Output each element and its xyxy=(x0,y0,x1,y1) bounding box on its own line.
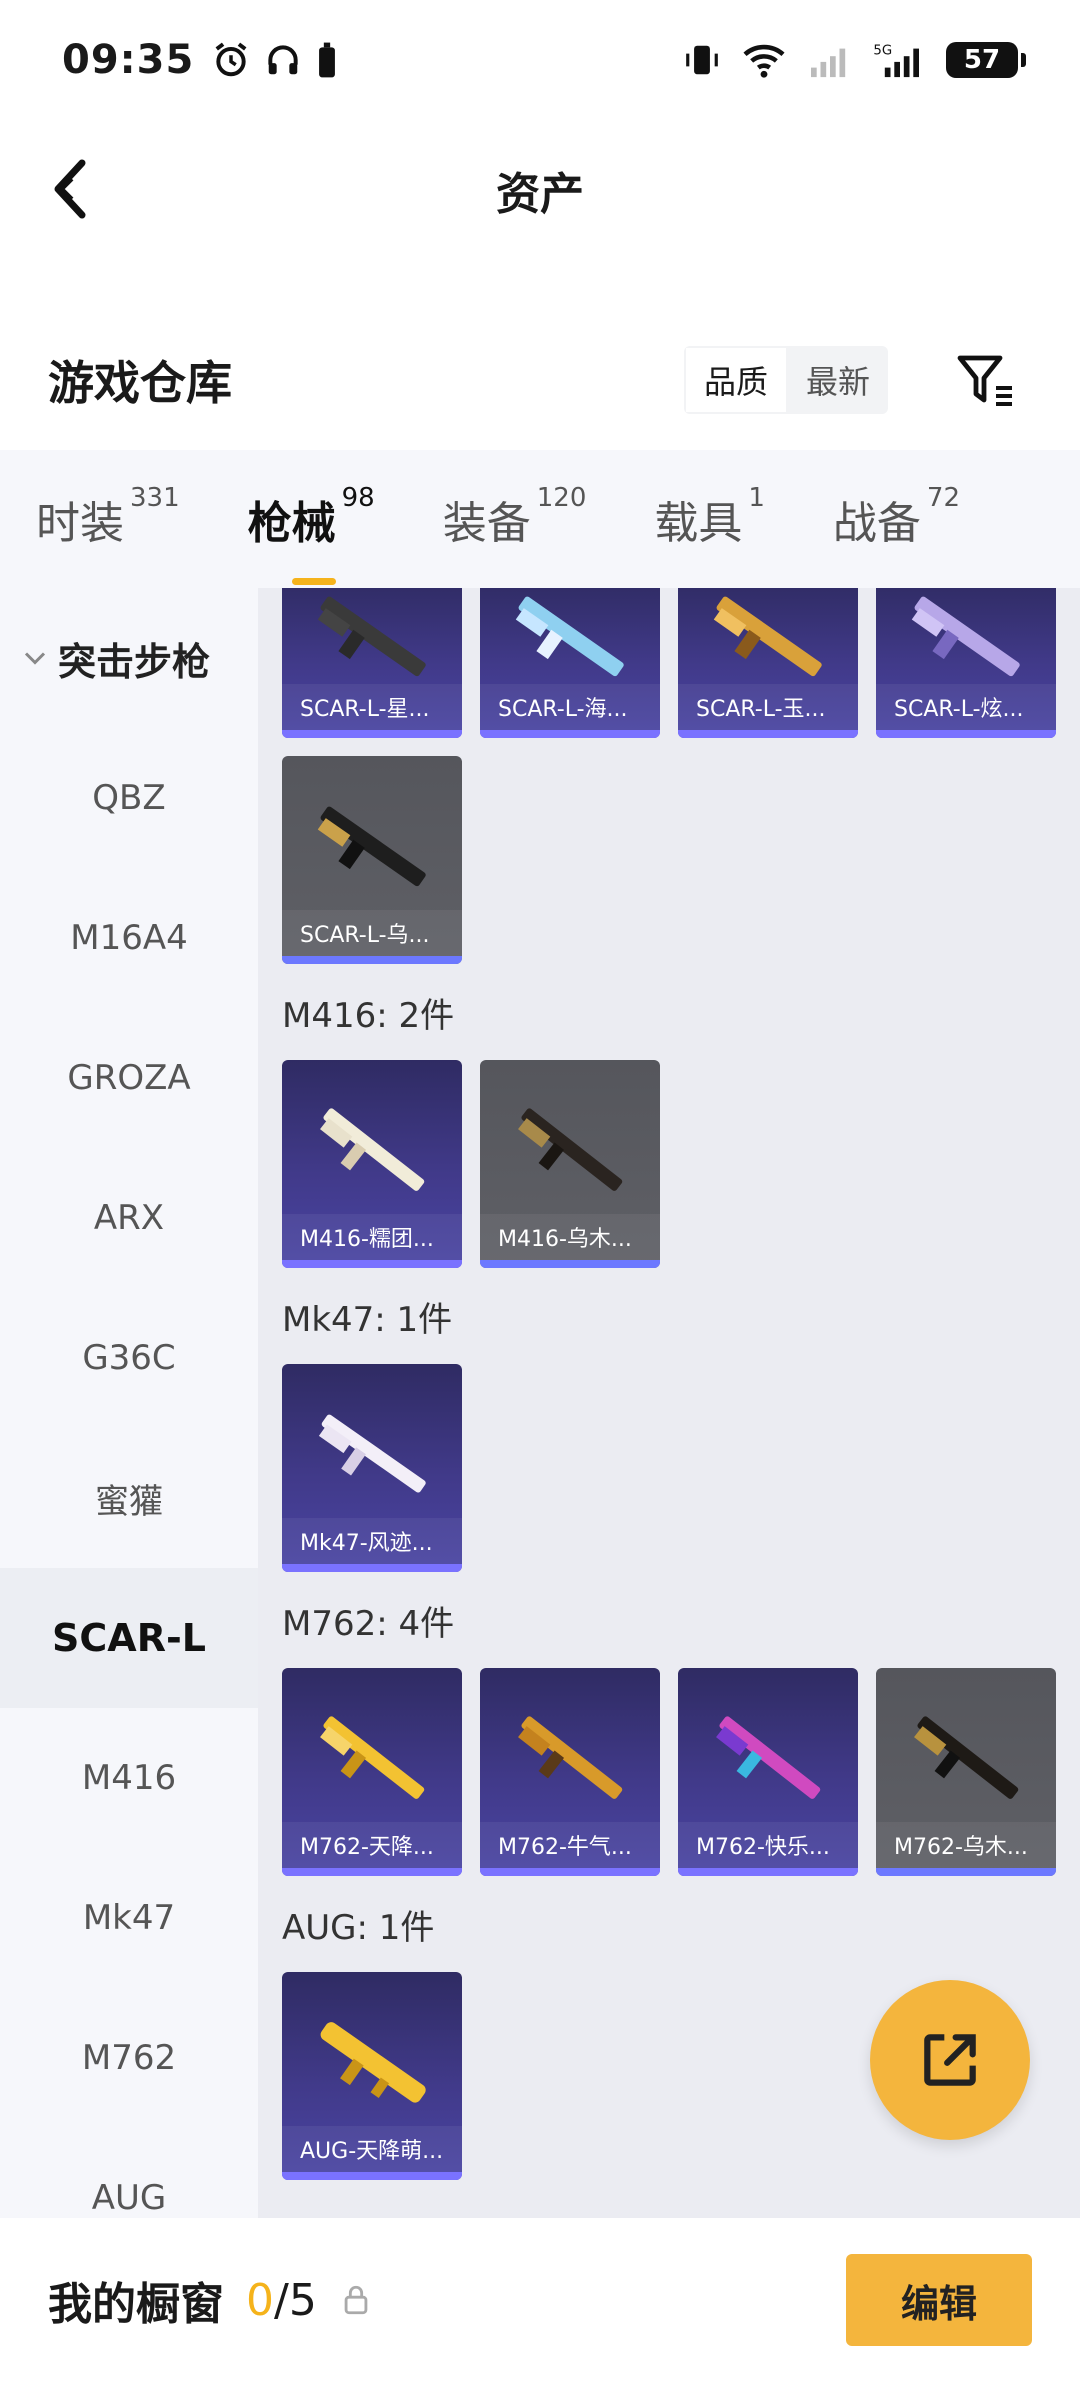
group-label-m762: M762: 4件 xyxy=(282,1603,455,1644)
sort-quality-button[interactable]: 品质 xyxy=(683,346,788,414)
share-button[interactable] xyxy=(870,1980,1030,2140)
share-icon xyxy=(924,2034,976,2086)
sidebar-item-groza[interactable]: GROZA xyxy=(0,1008,258,1148)
sidebar-item-scar-l[interactable]: SCAR-L xyxy=(0,1568,258,1708)
alarm-icon xyxy=(215,42,247,77)
section-title: 游戏仓库 xyxy=(48,356,232,410)
tab-vehicles[interactable]: 载具 1 xyxy=(654,483,765,551)
showcase-count: 0/5 xyxy=(246,2274,317,2326)
weapon-card[interactable]: M416-乌木... xyxy=(480,1060,660,1268)
sidebar-category[interactable]: 突击步枪 xyxy=(0,588,258,728)
tab-firearms[interactable]: 枪械 98 xyxy=(248,483,375,585)
signal-sim1-icon xyxy=(811,48,846,78)
weapon-card[interactable]: SCAR-L-炫... xyxy=(876,588,1056,738)
scar-row: SCAR-L-乌... xyxy=(258,756,1080,964)
weapon-card[interactable]: M762-快乐... xyxy=(678,1668,858,1876)
sidebar-item-mk47[interactable]: Mk47 xyxy=(0,1848,258,1988)
tab-equipment[interactable]: 装备 120 xyxy=(443,483,587,551)
weapon-grid: SCAR-L-星... SCAR-L-海... SCAR-L-玉... SCAR… xyxy=(258,588,1080,2218)
rifle-icon xyxy=(320,2022,426,2103)
rifle-icon xyxy=(317,806,426,887)
battery-saver-icon xyxy=(319,42,336,78)
showcase-bar: 我的橱窗 0/5 编辑 xyxy=(0,2218,1080,2382)
sidebar-item-arx[interactable]: ARX xyxy=(0,1148,258,1288)
m416-row: M416-糯团... M416-乌木... xyxy=(258,1060,1080,1268)
sidebar-item-g36c[interactable]: G36C xyxy=(0,1288,258,1428)
rifle-icon xyxy=(716,1716,821,1799)
section-header: 游戏仓库 品质 最新 xyxy=(0,330,1080,430)
tab-active-indicator xyxy=(291,578,336,585)
page-title: 资产 xyxy=(496,169,584,220)
weapon-card[interactable]: M762-天降... xyxy=(282,1668,462,1876)
m762-row: M762-天降... M762-牛气... M762-快乐... M762-乌木… xyxy=(258,1668,1080,1876)
rifle-icon xyxy=(318,1414,426,1493)
chevron-down-icon xyxy=(24,652,46,665)
weapon-card[interactable]: SCAR-L-海... xyxy=(480,588,660,738)
tab-fashion[interactable]: 时装 331 xyxy=(36,483,180,551)
weapon-card[interactable]: Mk47-风迹... xyxy=(282,1364,462,1572)
sidebar-item-qbz[interactable]: QBZ xyxy=(0,728,258,868)
rifle-icon xyxy=(320,1108,425,1191)
lock-icon xyxy=(344,2285,368,2315)
sidebar-item-m762[interactable]: M762 xyxy=(0,1988,258,2128)
group-label-mk47: Mk47: 1件 xyxy=(282,1299,453,1340)
edit-button[interactable]: 编辑 xyxy=(846,2254,1032,2346)
sidebar-item-aug[interactable]: AUG xyxy=(0,2128,258,2218)
group-label-aug: AUG: 1件 xyxy=(282,1907,435,1948)
status-bar: 09:35 5G 57 xyxy=(0,0,1080,120)
back-button[interactable] xyxy=(40,154,100,224)
vibrate-icon xyxy=(686,45,718,75)
tab-supplies[interactable]: 战备 72 xyxy=(833,483,960,551)
rifle-icon xyxy=(320,1716,425,1799)
scar-row: SCAR-L-星... SCAR-L-海... SCAR-L-玉... SCAR… xyxy=(258,588,1080,738)
sort-toggle: 品质 最新 xyxy=(683,346,888,414)
sidebar-item-honey-badger[interactable]: 蜜獾 xyxy=(0,1428,258,1568)
chevron-left-icon xyxy=(54,159,86,219)
weapon-sidebar: 突击步枪 QBZ M16A4 GROZA ARX G36C 蜜獾 SCAR-L … xyxy=(0,588,258,2218)
category-tabs: 时装 331 枪械 98 装备 120 载具 1 战备 72 xyxy=(0,450,1080,588)
filter-button[interactable] xyxy=(946,340,1026,420)
signal-5g-icon: 5G xyxy=(873,43,919,78)
status-time: 09:35 xyxy=(62,37,195,83)
rifle-icon xyxy=(914,1716,1019,1799)
group-label-m416: M416: 2件 xyxy=(282,995,455,1036)
weapon-card[interactable]: M416-糯团... xyxy=(282,1060,462,1268)
weapon-card[interactable]: SCAR-L-玉... xyxy=(678,588,858,738)
filter-icon xyxy=(957,355,1012,406)
rifle-icon xyxy=(518,1108,623,1191)
weapon-card[interactable]: AUG-天降萌... xyxy=(282,1972,462,2180)
weapon-card[interactable]: SCAR-L-乌... xyxy=(282,756,462,964)
headphones-icon xyxy=(268,45,298,75)
sidebar-item-m416[interactable]: M416 xyxy=(0,1708,258,1848)
sidebar-item-m16a4[interactable]: M16A4 xyxy=(0,868,258,1008)
showcase-label: 我的橱窗 xyxy=(48,2279,224,2330)
svg-text:5G: 5G xyxy=(873,43,892,58)
sort-newest-button[interactable]: 最新 xyxy=(788,346,888,414)
mk47-row: Mk47-风迹... xyxy=(258,1364,1080,1572)
battery-indicator: 57 xyxy=(946,42,1026,78)
weapon-card[interactable]: M762-乌木... xyxy=(876,1668,1056,1876)
weapon-card[interactable]: M762-牛气... xyxy=(480,1668,660,1876)
wifi-icon xyxy=(743,44,785,78)
nav-header: 资产 xyxy=(0,130,1080,250)
weapon-card[interactable]: SCAR-L-星... xyxy=(282,588,462,738)
rifle-icon xyxy=(518,1716,623,1799)
